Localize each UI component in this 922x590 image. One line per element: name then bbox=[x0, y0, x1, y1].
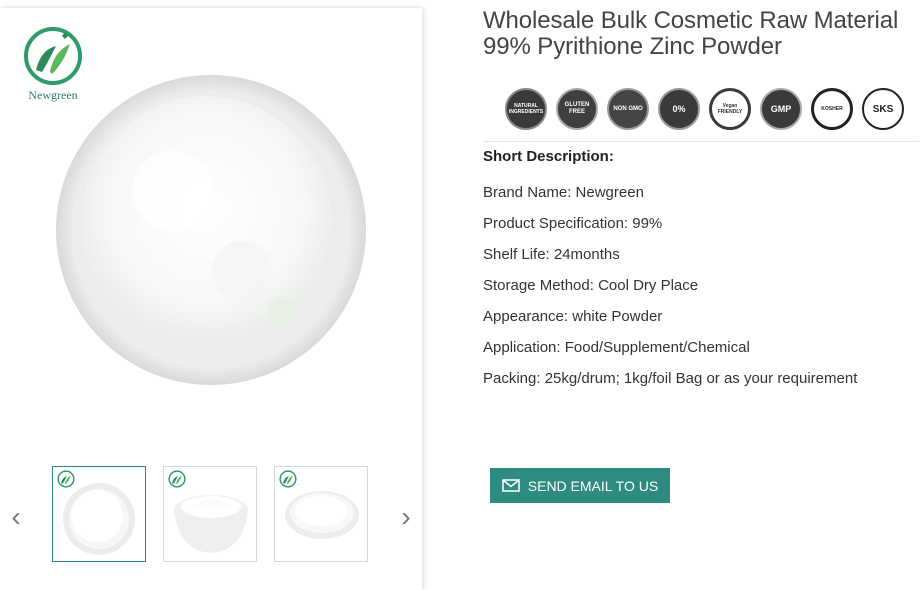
thumbnail-2[interactable] bbox=[163, 466, 257, 562]
mail-icon bbox=[502, 479, 520, 492]
product-specification-line: Product Specification: 99% bbox=[483, 215, 663, 232]
send-email-label: SEND EMAIL TO US bbox=[527, 477, 659, 494]
product-details: Wholesale Bulk Cosmetic Raw Material 99%… bbox=[483, 7, 919, 503]
no-preservatives-badge-text: 0% bbox=[672, 103, 686, 114]
application-line: Application: Food/Supplement/Chemical bbox=[483, 339, 750, 356]
thumbnail-1[interactable] bbox=[52, 466, 146, 562]
chevron-right-icon[interactable]: › bbox=[396, 503, 416, 531]
vegan-friendly-badge-icon: Vegan FRIENDLY bbox=[709, 88, 751, 130]
kosher-badge-icon: KOSHER bbox=[811, 88, 853, 130]
chevron-left-icon[interactable]: ‹ bbox=[6, 503, 26, 531]
product-gallery: Newgreen ‹ › bbox=[0, 8, 422, 590]
thumbnail-strip: ‹ › bbox=[0, 466, 422, 566]
product-title: Wholesale Bulk Cosmetic Raw Material 99%… bbox=[483, 7, 899, 60]
gluten-free-badge-icon: GLUTEN FREE bbox=[556, 88, 598, 130]
natural-ingredients-badge-text: NATURAL INGREDIENTS bbox=[508, 103, 544, 115]
storage-method-line: Storage Method: Cool Dry Place bbox=[483, 277, 699, 294]
no-preservatives-badge-icon: 0% bbox=[658, 88, 700, 130]
gmp-certified-badge-icon: GMP bbox=[760, 88, 802, 130]
non-gmo-badge-icon: NON GMO bbox=[607, 88, 649, 130]
sks-kosher-badge-icon: SKS bbox=[862, 88, 904, 130]
certification-badges: NATURAL INGREDIENTS GLUTEN FREE NON GMO … bbox=[505, 88, 922, 130]
natural-ingredients-badge-icon: NATURAL INGREDIENTS bbox=[505, 88, 547, 130]
newgreen-leaf-logo-icon bbox=[168, 470, 186, 488]
powder-bowl-image bbox=[52, 71, 370, 394]
gluten-free-badge-text: GLUTEN FREE bbox=[564, 102, 590, 115]
vegan-friendly-badge-text: Vegan FRIENDLY bbox=[717, 103, 743, 115]
thumbnail-3[interactable] bbox=[274, 466, 368, 562]
short-description: Short Description: Brand Name: Newgreen … bbox=[483, 148, 919, 401]
packing-line: Packing: 25kg/drum; 1kg/foil Bag or as y… bbox=[483, 370, 858, 387]
send-email-button[interactable]: SEND EMAIL TO US bbox=[490, 468, 670, 503]
appearance-line: Appearance: white Powder bbox=[483, 308, 663, 325]
kosher-badge-text: KOSHER bbox=[821, 105, 843, 112]
non-gmo-badge-text: NON GMO bbox=[613, 105, 643, 112]
brand-name-line: Brand Name: Newgreen bbox=[483, 184, 644, 201]
gmp-certified-badge-text: GMP bbox=[770, 103, 792, 114]
divider bbox=[483, 141, 919, 142]
shelf-life-line: Shelf Life: 24months bbox=[483, 246, 620, 263]
main-product-image[interactable]: Newgreen bbox=[0, 8, 422, 458]
sks-kosher-badge-text: SKS bbox=[872, 103, 894, 115]
short-description-heading: Short Description: bbox=[483, 148, 614, 165]
